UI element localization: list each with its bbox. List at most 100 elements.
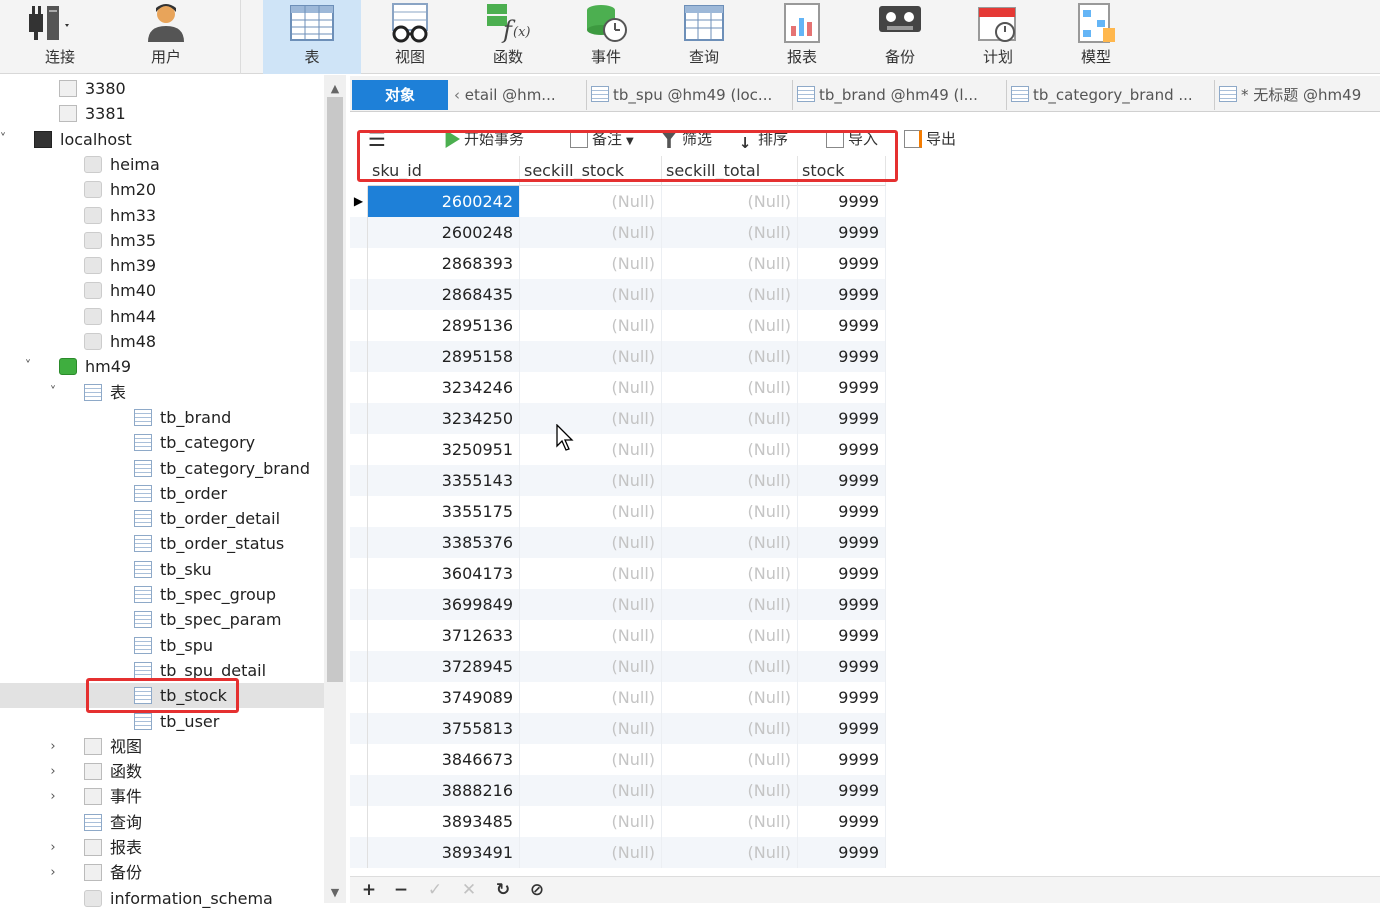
- tab-tb-category-brand[interactable]: tb_category_brand ...: [1006, 80, 1210, 110]
- chevron-down-icon[interactable]: ˅: [21, 354, 35, 379]
- table-cell-seckill-total[interactable]: (Null): [662, 248, 798, 279]
- apply-changes-icon[interactable]: ✓: [422, 879, 448, 901]
- table-cell-seckill-total[interactable]: (Null): [662, 434, 798, 465]
- table-cell-seckill-stock[interactable]: (Null): [520, 651, 662, 682]
- row-header[interactable]: [350, 372, 368, 403]
- refresh-icon[interactable]: ↻: [490, 879, 516, 901]
- sidebar-item-node-28[interactable]: › 事件: [0, 784, 324, 809]
- view-button[interactable]: 视图: [361, 0, 459, 74]
- table-cell-stock[interactable]: 9999: [798, 217, 886, 248]
- row-header[interactable]: [350, 403, 368, 434]
- sidebar-item-tb-category-brand[interactable]: tb_category_brand: [0, 456, 324, 481]
- import-button[interactable]: 导入: [826, 126, 878, 152]
- sidebar-item-node-29[interactable]: 查询: [0, 810, 324, 835]
- row-header[interactable]: [350, 837, 368, 868]
- table-cell-seckill-stock[interactable]: (Null): [520, 341, 662, 372]
- sidebar-item-heima[interactable]: heima: [0, 152, 324, 177]
- sidebar-item-localhost[interactable]: ˅ localhost: [0, 127, 324, 152]
- table-cell-sku-id[interactable]: 2600242: [368, 186, 520, 217]
- table-row[interactable]: 2868393 (Null) (Null) 9999: [350, 248, 886, 279]
- table-cell-seckill-total[interactable]: (Null): [662, 837, 798, 868]
- row-header[interactable]: [350, 310, 368, 341]
- filter-button[interactable]: 筛选: [660, 126, 712, 152]
- table-cell-seckill-stock[interactable]: (Null): [520, 310, 662, 341]
- table-cell-seckill-total[interactable]: (Null): [662, 651, 798, 682]
- table-cell-seckill-total[interactable]: (Null): [662, 713, 798, 744]
- sidebar-item-node-12[interactable]: ˅ 表: [0, 380, 324, 405]
- sidebar-item-tb-spec-group[interactable]: tb_spec_group: [0, 582, 324, 607]
- sidebar-item-node-31[interactable]: › 备份: [0, 860, 324, 885]
- table-cell-seckill-total[interactable]: (Null): [662, 589, 798, 620]
- table-row[interactable]: 3893485 (Null) (Null) 9999: [350, 806, 886, 837]
- table-cell-seckill-stock[interactable]: (Null): [520, 372, 662, 403]
- tab-objects[interactable]: 对象: [352, 80, 448, 110]
- query-button[interactable]: 查询: [655, 0, 753, 74]
- memo-button[interactable]: 备注 ▼: [570, 126, 634, 152]
- row-header[interactable]: [350, 589, 368, 620]
- table-cell-stock[interactable]: 9999: [798, 620, 886, 651]
- table-cell-sku-id[interactable]: 3749089: [368, 682, 520, 713]
- row-header[interactable]: [350, 651, 368, 682]
- table-cell-seckill-stock[interactable]: (Null): [520, 248, 662, 279]
- menu-icon[interactable]: ☰: [368, 126, 386, 152]
- sidebar-item-hm20[interactable]: hm20: [0, 177, 324, 202]
- tab-tb-brand[interactable]: tb_brand @hm49 (l...: [792, 80, 1002, 110]
- user-button[interactable]: 用户: [120, 0, 212, 74]
- table-cell-stock[interactable]: 9999: [798, 589, 886, 620]
- sidebar-item-tb-user[interactable]: tb_user: [0, 709, 324, 734]
- table-cell-stock[interactable]: 9999: [798, 837, 886, 868]
- table-cell-seckill-stock[interactable]: (Null): [520, 434, 662, 465]
- sidebar-item-tb-sku[interactable]: tb_sku: [0, 557, 324, 582]
- table-button[interactable]: 表: [263, 0, 361, 74]
- table-cell-stock[interactable]: 9999: [798, 775, 886, 806]
- sidebar-item-hm35[interactable]: hm35: [0, 228, 324, 253]
- table-cell-sku-id[interactable]: 3846673: [368, 744, 520, 775]
- table-cell-sku-id[interactable]: 3888216: [368, 775, 520, 806]
- tab-untitled-query[interactable]: * 无标题 @hm49: [1214, 80, 1380, 110]
- sidebar-item-tb-spu[interactable]: tb_spu: [0, 633, 324, 658]
- table-cell-seckill-total[interactable]: (Null): [662, 620, 798, 651]
- sidebar-item-tb-stock[interactable]: tb_stock: [0, 683, 324, 709]
- chevron-down-icon[interactable]: ˅: [0, 127, 10, 152]
- table-cell-sku-id[interactable]: 3728945: [368, 651, 520, 682]
- table-cell-sku-id[interactable]: 3699849: [368, 589, 520, 620]
- table-cell-seckill-stock[interactable]: (Null): [520, 589, 662, 620]
- row-header[interactable]: [350, 713, 368, 744]
- column-header-stock[interactable]: stock: [798, 156, 886, 186]
- table-cell-stock[interactable]: 9999: [798, 558, 886, 589]
- chevron-right-icon[interactable]: ›: [46, 784, 60, 809]
- chevron-down-icon[interactable]: ˅: [46, 380, 60, 405]
- sidebar-item-hm49[interactable]: ˅ hm49: [0, 354, 324, 379]
- table-row[interactable]: 3355143 (Null) (Null) 9999: [350, 465, 886, 496]
- sidebar-item-tb-category[interactable]: tb_category: [0, 430, 324, 455]
- sidebar-item-tb-spec-param[interactable]: tb_spec_param: [0, 607, 324, 632]
- sidebar-item-tb-order[interactable]: tb_order: [0, 481, 324, 506]
- table-cell-stock[interactable]: 9999: [798, 527, 886, 558]
- table-cell-sku-id[interactable]: 2895158: [368, 341, 520, 372]
- table-cell-seckill-stock[interactable]: (Null): [520, 620, 662, 651]
- connect-button[interactable]: 连接: [0, 0, 120, 74]
- table-cell-seckill-total[interactable]: (Null): [662, 465, 798, 496]
- table-cell-seckill-total[interactable]: (Null): [662, 186, 798, 217]
- row-header[interactable]: [350, 248, 368, 279]
- report-button[interactable]: 报表: [753, 0, 851, 74]
- row-header[interactable]: [350, 682, 368, 713]
- tab-tb-spu[interactable]: tb_spu @hm49 (loc...: [586, 80, 782, 110]
- sidebar-item-node-27[interactable]: › 函数: [0, 759, 324, 784]
- table-cell-sku-id[interactable]: 3893491: [368, 837, 520, 868]
- chevron-right-icon[interactable]: ›: [46, 734, 60, 759]
- table-cell-stock[interactable]: 9999: [798, 248, 886, 279]
- table-cell-stock[interactable]: 9999: [798, 403, 886, 434]
- table-row[interactable]: 3728945 (Null) (Null) 9999: [350, 651, 886, 682]
- column-header-seckill-stock[interactable]: seckill_stock: [520, 156, 662, 186]
- table-cell-sku-id[interactable]: 3234250: [368, 403, 520, 434]
- table-cell-seckill-total[interactable]: (Null): [662, 682, 798, 713]
- table-cell-sku-id[interactable]: 2868393: [368, 248, 520, 279]
- table-cell-sku-id[interactable]: 3755813: [368, 713, 520, 744]
- begin-transaction-button[interactable]: 开始事务: [442, 126, 524, 152]
- sidebar-item-hm39[interactable]: hm39: [0, 253, 324, 278]
- table-row[interactable]: 2868435 (Null) (Null) 9999: [350, 279, 886, 310]
- table-cell-stock[interactable]: 9999: [798, 651, 886, 682]
- table-cell-seckill-total[interactable]: (Null): [662, 558, 798, 589]
- table-row[interactable]: 3699849 (Null) (Null) 9999: [350, 589, 886, 620]
